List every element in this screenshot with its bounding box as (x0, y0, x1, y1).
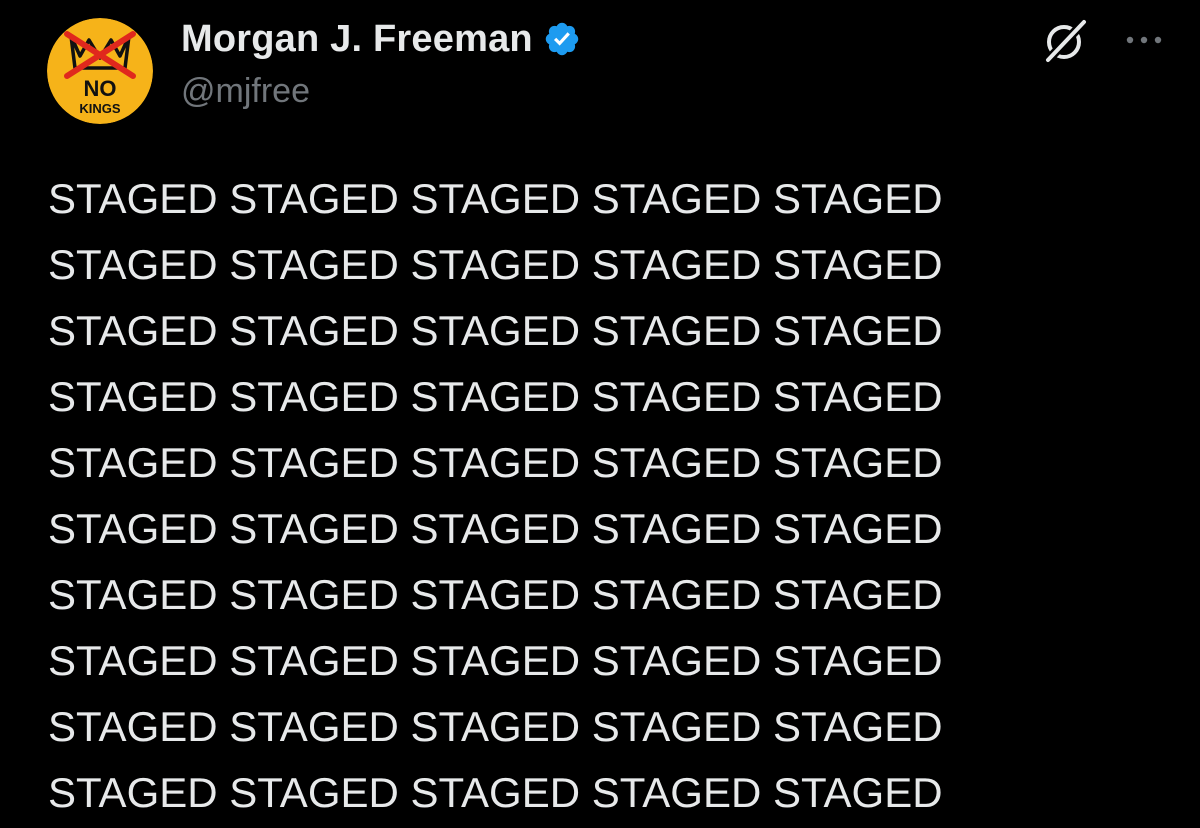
svg-text:NO: NO (84, 76, 117, 101)
more-dots-icon[interactable] (1124, 30, 1164, 50)
post-text: STAGED STAGED STAGED STAGED STAGED STAGE… (48, 175, 943, 816)
verified-badge-icon (543, 20, 581, 58)
author-name-row: Morgan J. Freeman (181, 14, 581, 64)
grok-icon[interactable] (1040, 16, 1090, 66)
author-display-name[interactable]: Morgan J. Freeman (181, 18, 533, 61)
avatar[interactable]: NO KINGS (47, 18, 153, 124)
svg-text:KINGS: KINGS (79, 101, 121, 116)
no-kings-crown-icon: NO KINGS (47, 18, 153, 124)
author-handle[interactable]: @mjfree (181, 72, 310, 111)
post: NO KINGS Morgan J. Freeman @mjfree STAGE… (0, 0, 1200, 828)
